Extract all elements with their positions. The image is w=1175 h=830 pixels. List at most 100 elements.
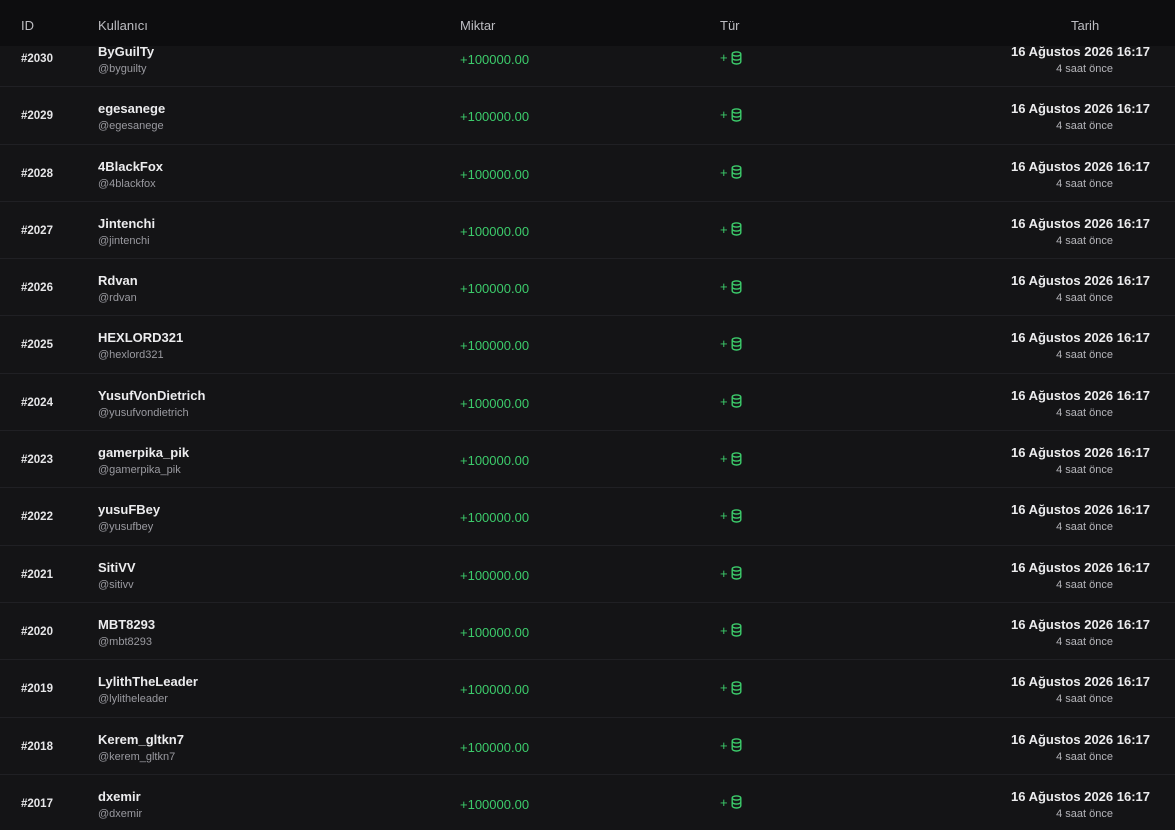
user-handle: @rdvan <box>98 292 137 305</box>
relative-time: 4 saat önce <box>1056 750 1113 763</box>
table-row[interactable]: #2023 gamerpika_pik @gamerpika_pik +1000… <box>0 431 1175 489</box>
type-sign: + <box>720 164 728 180</box>
table-row[interactable]: #2020 MBT8293 @mbt8293 +100000.00 + 16 A… <box>0 603 1175 661</box>
user-display-name[interactable]: dxemir <box>98 789 141 804</box>
user-display-name[interactable]: Kerem_gltkn7 <box>98 732 184 747</box>
transaction-type: + <box>720 107 742 122</box>
column-header-date[interactable]: Tarih <box>1071 18 1099 33</box>
transaction-id: #2018 <box>21 740 53 753</box>
transaction-date: 16 Ağustos 2026 16:17 <box>1011 330 1150 346</box>
transaction-type: + <box>720 451 742 466</box>
transaction-id: #2027 <box>21 224 53 237</box>
transaction-type: + <box>720 165 742 180</box>
user-handle: @kerem_gltkn7 <box>98 750 176 763</box>
type-sign: + <box>720 221 728 237</box>
user-handle: @yusufbey <box>98 521 154 534</box>
amount-value: +100000.00 <box>460 796 530 812</box>
relative-time: 4 saat önce <box>1056 464 1113 477</box>
transaction-type: + <box>720 738 742 753</box>
table-row[interactable]: #2029 egesanege @egesanege +100000.00 + … <box>0 87 1175 145</box>
transaction-date: 16 Ağustos 2026 16:17 <box>1011 273 1150 289</box>
transaction-id: #2019 <box>21 683 53 696</box>
transaction-type: + <box>720 566 742 581</box>
coins-icon <box>731 566 742 580</box>
transaction-id: #2021 <box>21 568 53 581</box>
relative-time: 4 saat önce <box>1056 578 1113 591</box>
user-display-name[interactable]: HEXLORD321 <box>98 330 183 345</box>
relative-time: 4 saat önce <box>1056 63 1113 75</box>
type-sign: + <box>720 50 728 65</box>
table-row[interactable]: #2027 Jintenchi @jintenchi +100000.00 + … <box>0 202 1175 260</box>
user-display-name[interactable]: LylithTheLeader <box>98 674 198 689</box>
table-row[interactable]: #2022 yusuFBey @yusufbey +100000.00 + 16… <box>0 488 1175 546</box>
amount-value: +100000.00 <box>460 682 530 698</box>
type-sign: + <box>720 279 728 295</box>
amount-value: +100000.00 <box>460 395 530 411</box>
amount-value: +100000.00 <box>460 567 530 583</box>
coins-icon <box>731 337 742 351</box>
user-display-name[interactable]: SitiVV <box>98 560 136 575</box>
table-row[interactable]: #2021 SitiVV @sitivv +100000.00 + 16 Ağu… <box>0 546 1175 603</box>
column-header-amount[interactable]: Miktar <box>460 18 495 33</box>
table-row[interactable]: #2025 HEXLORD321 @hexlord321 +100000.00 … <box>0 316 1175 374</box>
relative-time: 4 saat önce <box>1056 292 1113 305</box>
transaction-date: 16 Ağustos 2026 16:17 <box>1011 674 1150 690</box>
transaction-date: 16 Ağustos 2026 16:17 <box>1011 502 1150 518</box>
table-row[interactable]: #2017 dxemir @dxemir +100000.00 + 16 Ağu… <box>0 775 1175 830</box>
amount-value: +100000.00 <box>460 223 530 239</box>
type-sign: + <box>720 680 728 696</box>
transaction-type: + <box>720 336 742 351</box>
relative-time: 4 saat önce <box>1056 693 1113 706</box>
type-sign: + <box>720 336 728 352</box>
amount-value: +100000.00 <box>460 109 530 125</box>
user-display-name[interactable]: YusufVonDietrich <box>98 388 205 403</box>
user-display-name[interactable]: ByGuilTy <box>98 44 154 59</box>
transaction-date: 16 Ağustos 2026 16:17 <box>1011 445 1150 461</box>
user-display-name[interactable]: MBT8293 <box>98 617 155 632</box>
user-display-name[interactable]: yusuFBey <box>98 502 160 517</box>
type-sign: + <box>720 508 728 524</box>
user-handle: @egesanege <box>98 120 164 133</box>
user-handle: @4blackfox <box>98 177 156 190</box>
user-display-name[interactable]: Jintenchi <box>98 216 155 231</box>
transactions-table: ID Kullanıcı Miktar Tür Tarih #2030 ByGu… <box>0 0 1175 830</box>
user-handle: @gamerpika_pik <box>98 464 181 477</box>
table-row[interactable]: #2028 4BlackFox @4blackfox +100000.00 + … <box>0 145 1175 202</box>
transaction-id: #2029 <box>21 110 53 123</box>
table-row[interactable]: #2018 Kerem_gltkn7 @kerem_gltkn7 +100000… <box>0 718 1175 775</box>
transaction-id: #2030 <box>21 53 53 65</box>
user-display-name[interactable]: Rdvan <box>98 273 138 288</box>
relative-time: 4 saat önce <box>1056 521 1113 534</box>
column-header-id[interactable]: ID <box>21 18 34 33</box>
transaction-type: + <box>720 795 742 810</box>
table-row[interactable]: #2024 YusufVonDietrich @yusufvondietrich… <box>0 374 1175 432</box>
transaction-type: + <box>720 50 742 65</box>
table-row[interactable]: #2019 LylithTheLeader @lylitheleader +10… <box>0 660 1175 718</box>
table-row[interactable]: #2026 Rdvan @rdvan +100000.00 + 16 Ağust… <box>0 259 1175 317</box>
type-sign: + <box>720 451 728 467</box>
coins-icon <box>731 165 742 179</box>
coins-icon <box>731 680 742 695</box>
transaction-id: #2017 <box>21 797 53 810</box>
column-header-user[interactable]: Kullanıcı <box>98 18 148 33</box>
type-sign: + <box>720 794 728 810</box>
coins-icon <box>731 509 742 523</box>
transaction-id: #2025 <box>21 339 53 352</box>
user-display-name[interactable]: gamerpika_pik <box>98 445 189 460</box>
user-display-name[interactable]: 4BlackFox <box>98 159 163 174</box>
transaction-date: 16 Ağustos 2026 16:17 <box>1011 101 1150 117</box>
coins-icon <box>731 107 742 122</box>
relative-time: 4 saat önce <box>1056 807 1113 820</box>
type-sign: + <box>720 565 728 581</box>
transaction-date: 16 Ağustos 2026 16:17 <box>1011 158 1150 174</box>
coins-icon <box>731 279 742 294</box>
amount-value: +100000.00 <box>460 624 530 640</box>
user-display-name[interactable]: egesanege <box>98 101 165 116</box>
column-header-type[interactable]: Tür <box>720 18 740 33</box>
user-handle: @yusufvondietrich <box>98 406 189 419</box>
transaction-id: #2028 <box>21 167 53 180</box>
transaction-date: 16 Ağustos 2026 16:17 <box>1011 215 1150 231</box>
user-handle: @hexlord321 <box>98 349 164 362</box>
table-header: ID Kullanıcı Miktar Tür Tarih <box>0 0 1175 46</box>
transaction-type: + <box>720 508 742 523</box>
